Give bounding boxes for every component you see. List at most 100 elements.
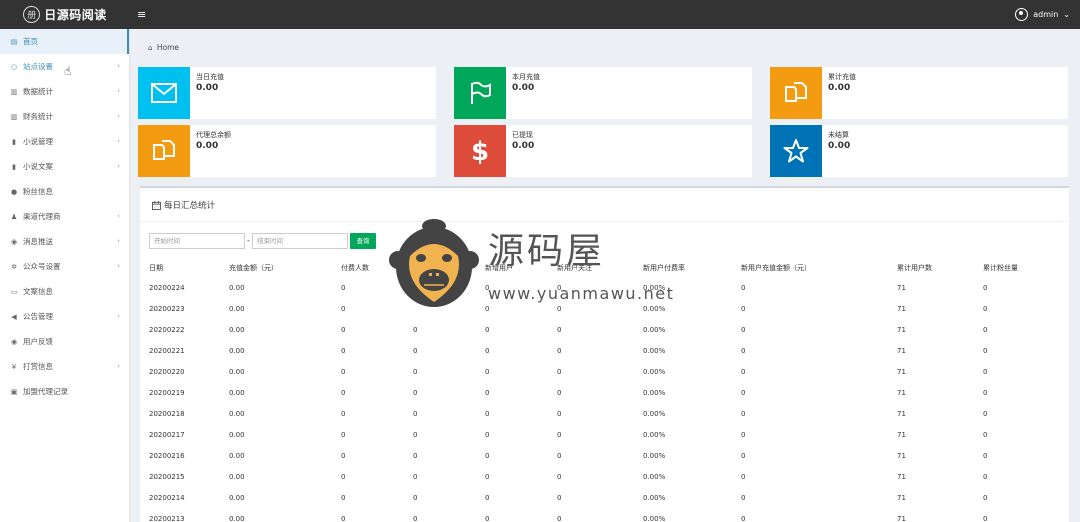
table-cell: 71 xyxy=(897,515,906,522)
table-cell: 0 xyxy=(983,326,988,334)
sidebar-item-8[interactable]: ♟ 渠道代理商 ‹ xyxy=(0,204,129,229)
sidebar-item-7[interactable]: ● 粉丝信息 xyxy=(0,179,129,204)
stat-value: 0.00 xyxy=(512,141,535,151)
table-cell: 0.00 xyxy=(229,494,245,502)
sidebar-item-3[interactable]: ▥ 数据统计 ‹ xyxy=(0,79,129,104)
sidebar-item-6[interactable]: ▮ 小说文案 ‹ xyxy=(0,154,129,179)
table-cell: 71 xyxy=(897,284,906,292)
sidebar-item-12[interactable]: ◀ 公告管理 ‹ xyxy=(0,304,129,329)
table-cell: 0.00 xyxy=(229,305,245,313)
table-cell: 0 xyxy=(983,515,988,522)
app-logo[interactable]: 册 日源码阅读 xyxy=(0,0,130,29)
table-cell: 20200218 xyxy=(149,410,185,418)
stat-label: 本月充值 xyxy=(512,73,540,81)
table-cell: 0 xyxy=(341,452,346,460)
table-cell: 0 xyxy=(341,368,346,376)
query-button[interactable]: 查询 xyxy=(350,233,376,249)
table-cell: 0 xyxy=(485,431,490,439)
table-cell: 0 xyxy=(485,305,490,313)
stat-box-5: $ 已提现 0.00 xyxy=(454,125,752,177)
start-date-input[interactable]: 开始时间 xyxy=(149,233,245,249)
table-cell: 0 xyxy=(557,452,562,460)
table-cell: 0 xyxy=(341,326,346,334)
table-cell: 0.00% xyxy=(643,305,666,313)
column-header: 累计用户数 xyxy=(897,264,932,272)
app-title: 日源码阅读 xyxy=(44,8,107,22)
dashboard-icon: ▤ xyxy=(10,37,18,46)
table-cell: 0 xyxy=(741,389,746,397)
table-cell: 0 xyxy=(557,473,562,481)
table-cell: 20200214 xyxy=(149,494,185,502)
table-cell: 0.00% xyxy=(643,347,666,355)
sidebar-item-10[interactable]: ✲ 公众号设置 ‹ xyxy=(0,254,129,279)
sidebar-item-label: 打赏信息 xyxy=(23,362,53,371)
table-cell: 0.00 xyxy=(229,368,245,376)
table-cell: 0 xyxy=(983,305,988,313)
sidebar-item-5[interactable]: ▮ 小说管理 ‹ xyxy=(0,129,129,154)
sidebar-item-9[interactable]: ◉ 消息推送 ‹ xyxy=(0,229,129,254)
stat-box-4: 代理总余额 0.00 xyxy=(138,125,436,177)
table-cell: 0 xyxy=(413,410,418,418)
table-cell: 0 xyxy=(557,305,562,313)
table-cell: 0 xyxy=(413,389,418,397)
sidebar-item-14[interactable]: ¥ 打赏信息 ‹ xyxy=(0,354,129,379)
table-cell: 0 xyxy=(557,389,562,397)
table-cell: 71 xyxy=(897,368,906,376)
sidebar-toggle-button[interactable]: ≡ xyxy=(137,8,146,21)
table-row: 20200218 0.00 0 0 0 0 0.00% 0 71 0 xyxy=(140,404,1069,425)
table-row: 20200222 0.00 0 0 0 0 0.00% 0 71 0 xyxy=(140,320,1069,341)
panel-title: 每日汇总统计 xyxy=(152,199,215,211)
sidebar-item-4[interactable]: ▥ 财务统计 ‹ xyxy=(0,104,129,129)
table-cell: 71 xyxy=(897,473,906,481)
sidebar-item-15[interactable]: ▣ 加盟代理记录 xyxy=(0,379,129,404)
table-cell: 0 xyxy=(485,326,490,334)
bar-chart-icon: ▥ xyxy=(10,87,18,96)
table-cell: 0.00% xyxy=(643,473,666,481)
bullhorn-icon: ◀ xyxy=(11,312,17,321)
table-cell: 0 xyxy=(557,326,562,334)
table-cell: 0 xyxy=(983,494,988,502)
calendar-icon xyxy=(152,200,161,210)
sidebar-item-11[interactable]: ▭ 文案信息 xyxy=(0,279,129,304)
breadcrumb[interactable]: ⌂ Home xyxy=(148,43,179,52)
user-menu[interactable]: admin ⌄ xyxy=(1015,8,1070,21)
sidebar-item-1[interactable]: ▤ 首页 xyxy=(0,29,129,54)
table-cell: 0.00% xyxy=(643,389,666,397)
settings-icon: ○ xyxy=(10,62,18,71)
chevron-left-icon: ‹ xyxy=(117,262,120,270)
sidebar-item-13[interactable]: ◉ 用户反馈 xyxy=(0,329,129,354)
sidebar-item-label: 小说管理 xyxy=(23,137,53,146)
user-name: admin xyxy=(1033,10,1059,19)
table-cell: 0 xyxy=(341,473,346,481)
table-cell: 0 xyxy=(557,494,562,502)
flag-icon xyxy=(454,67,506,119)
sidebar: ▤ 首页 ○ 站点设置 ‹ ▥ 数据统计 ‹ ▥ 财务统计 ‹ ▮ 小说管理 ‹ ▮ 小说文案 ‹ ● 粉丝信息 ♟ 渠… xyxy=(0,29,130,522)
stat-label: 当日充值 xyxy=(196,73,224,81)
chevron-left-icon: ‹ xyxy=(117,162,120,170)
user-plus-icon: ♟ xyxy=(10,212,18,221)
table-cell: 0 xyxy=(413,326,418,334)
table-cell: 71 xyxy=(897,452,906,460)
dollar-icon: $ xyxy=(454,125,506,177)
end-date-input[interactable]: 结束时间 xyxy=(252,233,348,249)
sidebar-item-label: 数据统计 xyxy=(23,87,53,96)
table-cell: 0 xyxy=(341,284,346,292)
table-cell: 0 xyxy=(341,494,346,502)
table-cell: 0 xyxy=(341,515,346,522)
table-cell: 20200217 xyxy=(149,431,185,439)
table-cell: 0 xyxy=(983,431,988,439)
document-icon: ▭ xyxy=(10,287,18,296)
sidebar-item-label: 消息推送 xyxy=(23,237,53,246)
chevron-left-icon: ‹ xyxy=(117,212,120,220)
sidebar-item-label: 公告管理 xyxy=(23,312,53,321)
table-cell: 20200220 xyxy=(149,368,185,376)
breadcrumb-home[interactable]: Home xyxy=(157,43,179,52)
table-cell: 20200213 xyxy=(149,515,185,522)
cogs-icon: ✲ xyxy=(11,262,17,271)
column-header: 新增用户 xyxy=(485,264,513,272)
table-cell: 0 xyxy=(741,326,746,334)
table-cell: 0 xyxy=(485,284,490,292)
table-cell: 0 xyxy=(557,284,562,292)
table-cell: 0 xyxy=(485,452,490,460)
table-cell: 0 xyxy=(485,410,490,418)
